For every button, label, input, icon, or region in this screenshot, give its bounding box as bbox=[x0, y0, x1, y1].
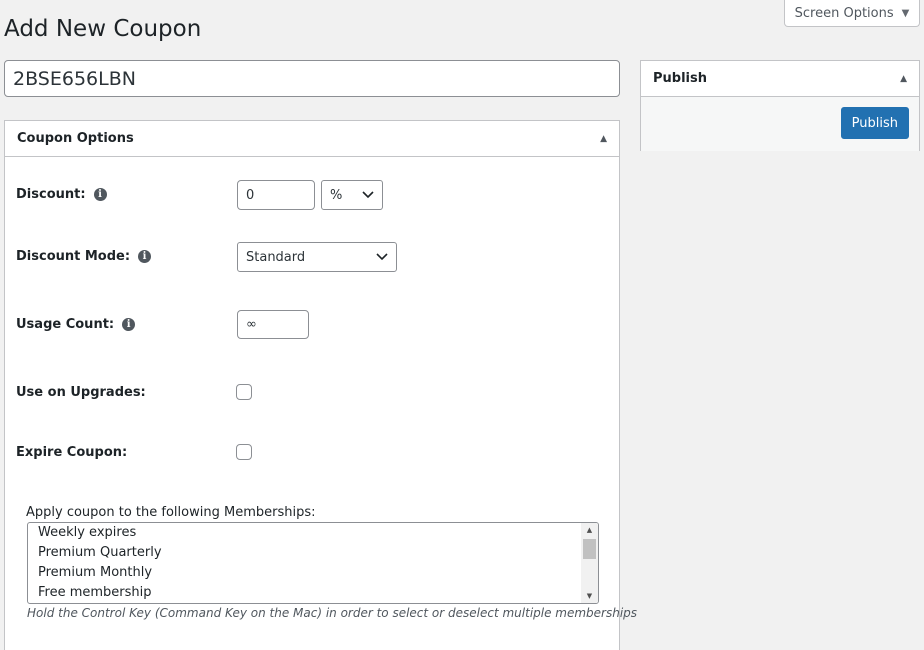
publish-heading: Publish bbox=[653, 71, 707, 86]
triangle-down-icon: ▼ bbox=[901, 7, 910, 19]
publish-header: Publish ▲ bbox=[641, 61, 919, 97]
membership-option[interactable]: Premium Monthly bbox=[28, 563, 598, 583]
coupon-options-box: Coupon Options ▲ Discount: i % Discount … bbox=[4, 120, 637, 650]
scroll-up-arrow-icon[interactable]: ▲ bbox=[581, 523, 598, 537]
usage-count-label: Usage Count: bbox=[16, 317, 115, 332]
memberships-select[interactable]: Weekly expires Premium Quarterly Premium… bbox=[27, 522, 599, 604]
coupon-title-input[interactable] bbox=[4, 60, 620, 97]
expire-coupon-label: Expire Coupon: bbox=[16, 445, 128, 460]
expire-coupon-checkbox[interactable] bbox=[236, 444, 252, 460]
usage-count-label-row: Usage Count: i bbox=[16, 317, 136, 332]
chevron-down-icon bbox=[376, 253, 388, 261]
publish-box: Publish ▲ Publish bbox=[640, 60, 920, 151]
scrollbar-thumb[interactable] bbox=[583, 539, 596, 559]
membership-option[interactable]: Free membership bbox=[28, 583, 598, 603]
discount-mode-label-row: Discount Mode: i bbox=[16, 249, 152, 264]
use-on-upgrades-label: Use on Upgrades: bbox=[16, 385, 146, 400]
discount-label-row: Discount: i bbox=[16, 187, 107, 202]
scroll-down-arrow-icon[interactable]: ▼ bbox=[581, 589, 598, 603]
discount-input[interactable] bbox=[237, 180, 315, 210]
use-on-upgrades-label-row: Use on Upgrades: bbox=[16, 385, 146, 400]
publish-button[interactable]: Publish bbox=[840, 107, 909, 139]
screen-options-button[interactable]: Screen Options ▼ bbox=[784, 0, 920, 27]
triangle-up-icon[interactable]: ▲ bbox=[600, 134, 607, 144]
info-icon[interactable]: i bbox=[138, 250, 152, 263]
publish-actions: Publish bbox=[641, 97, 919, 151]
discount-mode-value: Standard bbox=[246, 249, 306, 265]
memberships-label: Apply coupon to the following Membership… bbox=[26, 505, 316, 520]
coupon-options-heading: Coupon Options bbox=[17, 131, 134, 146]
usage-count-input[interactable] bbox=[237, 310, 309, 339]
discount-type-value: % bbox=[330, 187, 343, 203]
expire-coupon-label-row: Expire Coupon: bbox=[16, 445, 127, 460]
discount-mode-label: Discount Mode: bbox=[16, 249, 131, 264]
memberships-scrollbar[interactable]: ▲ ▼ bbox=[581, 523, 598, 603]
membership-option[interactable]: Premium Quarterly bbox=[28, 543, 598, 563]
memberships-hint: Hold the Control Key (Command Key on the… bbox=[27, 606, 638, 620]
discount-type-select[interactable]: % bbox=[321, 180, 383, 210]
discount-mode-select[interactable]: Standard bbox=[237, 242, 397, 272]
membership-option[interactable]: Weekly expires bbox=[28, 523, 598, 543]
coupon-options-header: Coupon Options ▲ bbox=[5, 121, 619, 157]
triangle-up-icon[interactable]: ▲ bbox=[900, 74, 907, 84]
discount-label: Discount: bbox=[16, 187, 86, 202]
info-icon[interactable]: i bbox=[122, 318, 136, 331]
info-icon[interactable]: i bbox=[93, 188, 107, 201]
use-on-upgrades-checkbox[interactable] bbox=[236, 384, 252, 400]
chevron-down-icon bbox=[362, 191, 374, 199]
page-title: Add New Coupon bbox=[4, 16, 202, 42]
screen-options-label: Screen Options bbox=[794, 5, 894, 21]
